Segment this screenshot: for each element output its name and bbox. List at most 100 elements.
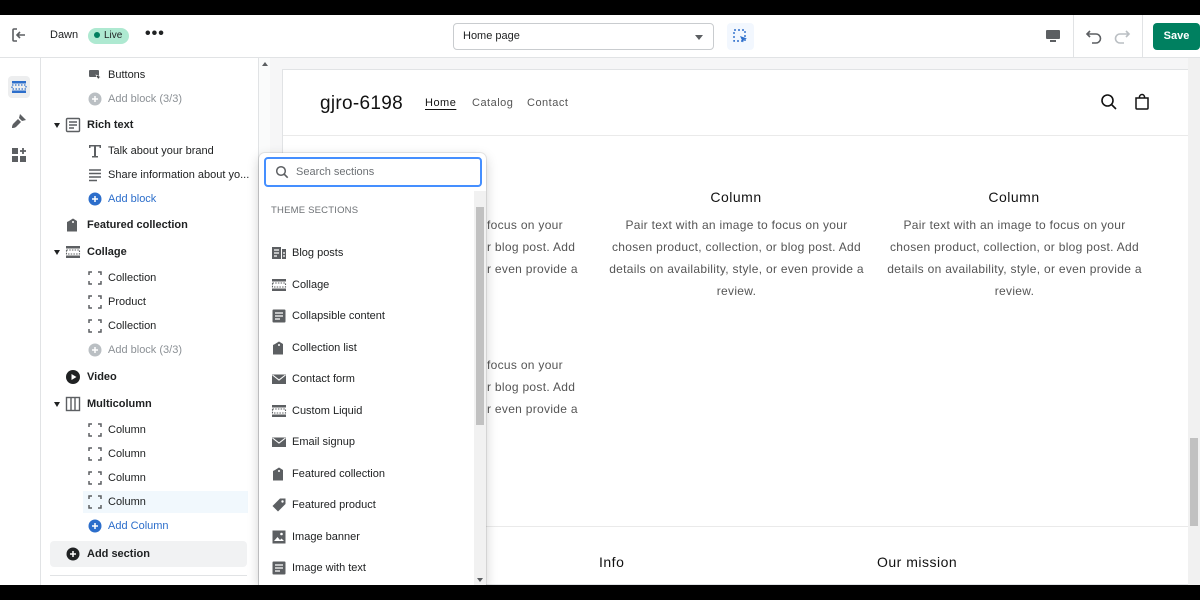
tree-block-column-selected[interactable]: Column — [83, 491, 248, 513]
tree-section-video[interactable]: Video — [41, 366, 258, 388]
tree-block-collection[interactable]: Collection — [41, 315, 258, 337]
blog-icon — [272, 247, 286, 259]
add-block-button[interactable]: Add block — [41, 188, 258, 210]
section-option-blog-posts[interactable]: Blog posts — [259, 239, 473, 267]
paragraph-icon — [89, 169, 101, 182]
redo-icon[interactable] — [1112, 26, 1132, 46]
scroll-up-icon[interactable] — [262, 62, 268, 66]
header-divider — [283, 135, 1188, 136]
add-block-disabled: Add block (3/3) — [41, 88, 258, 110]
theme-name: Dawn — [50, 29, 79, 41]
tree-block-column[interactable]: Column — [41, 467, 258, 489]
tree-section-featured-collection[interactable]: Featured collection — [41, 214, 258, 236]
popover-scrollbar[interactable] — [474, 191, 486, 585]
cart-icon[interactable] — [1133, 93, 1151, 111]
block-icon — [88, 319, 102, 333]
desktop-view-icon[interactable] — [1044, 27, 1062, 45]
search-sections-field[interactable] — [264, 157, 482, 187]
section-option-collage[interactable]: Collage — [259, 271, 473, 299]
column-text: Pair text with an image to focus on your… — [609, 218, 864, 298]
section-option-contact-form[interactable]: Contact form — [259, 365, 473, 393]
page-select-value: Home page — [463, 30, 520, 42]
sections-icon — [11, 81, 27, 93]
add-block-disabled: Add block (3/3) — [41, 339, 258, 361]
rich-text-icon — [65, 117, 81, 133]
save-button[interactable]: Save — [1153, 23, 1200, 50]
more-actions-button[interactable]: ••• — [145, 26, 165, 42]
add-column-button[interactable]: Add Column — [41, 515, 258, 537]
add-circle-icon — [66, 547, 80, 561]
section-option-collection-list[interactable]: Collection list — [259, 334, 473, 362]
section-option-email-signup[interactable]: Email signup — [259, 428, 473, 456]
tag-icon — [272, 498, 286, 512]
tree-section-multicolumn[interactable]: Multicolumn — [41, 393, 258, 415]
divider — [1073, 15, 1074, 58]
editor-nav-rail — [0, 58, 41, 585]
theme-sections-heading: THEME SECTIONS — [271, 205, 359, 216]
envelope-icon — [272, 374, 286, 384]
scrollbar-thumb[interactable] — [1190, 438, 1198, 526]
search-sections-input[interactable] — [296, 163, 466, 181]
collage-icon — [271, 279, 287, 291]
block-icon — [88, 271, 102, 285]
collection-icon — [273, 341, 283, 355]
column-text: Pair text with an image to focus on your… — [887, 218, 1142, 298]
apps-icon — [12, 148, 26, 162]
chevron-down-icon[interactable] — [54, 123, 60, 128]
divider — [50, 575, 247, 576]
block-icon — [88, 423, 102, 437]
scroll-down-icon[interactable] — [477, 578, 483, 582]
column-text-partial: focus on your r blog post. Add r even pr… — [487, 358, 578, 416]
play-icon — [66, 370, 80, 384]
nav-link-contact[interactable]: Contact — [527, 97, 568, 109]
tree-section-rich-text[interactable]: Rich text — [41, 114, 258, 136]
tree-block-product[interactable]: Product — [41, 291, 258, 313]
tree-block-buttons[interactable]: Buttons — [41, 64, 258, 86]
section-option-featured-product[interactable]: Featured product — [259, 491, 473, 519]
tree-block-column[interactable]: Column — [41, 419, 258, 441]
add-section-button[interactable]: Add section — [50, 541, 247, 567]
collection-icon — [67, 218, 77, 232]
tree-block-column[interactable]: Column — [41, 443, 258, 465]
column-heading: Column — [988, 189, 1040, 205]
section-option-custom-liquid[interactable]: Custom Liquid — [259, 397, 473, 425]
nav-link-catalog[interactable]: Catalog — [472, 97, 513, 109]
image-text-icon — [272, 561, 286, 575]
preview-scrollbar[interactable] — [1188, 58, 1200, 585]
inspector-toggle-button[interactable] — [727, 23, 754, 50]
sections-nav-button[interactable] — [8, 76, 30, 98]
search-icon — [275, 165, 289, 179]
add-circle-icon — [88, 519, 102, 533]
undo-icon[interactable] — [1084, 26, 1104, 46]
custom-liquid-icon — [271, 405, 287, 417]
tree-block-heading[interactable]: Talk about your brand — [41, 140, 258, 162]
collage-icon — [65, 246, 81, 258]
add-circle-icon — [88, 92, 102, 106]
search-icon[interactable] — [1100, 93, 1118, 111]
nav-link-home[interactable]: Home — [425, 97, 456, 109]
select-cursor-icon — [733, 29, 747, 43]
add-section-popover: THEME SECTIONS Blog posts Collage Collap… — [259, 153, 486, 585]
tree-block-text[interactable]: Share information about yo... — [41, 164, 258, 186]
section-option-image-with-text[interactable]: Image with text — [259, 554, 473, 582]
chevron-down-icon[interactable] — [54, 250, 60, 255]
multicolumn-icon — [65, 396, 81, 412]
theme-settings-nav-button[interactable] — [8, 110, 30, 132]
section-option-image-banner[interactable]: Image banner — [259, 523, 473, 551]
section-option-featured-collection[interactable]: Featured collection — [259, 460, 473, 488]
block-icon — [88, 471, 102, 485]
live-badge: Live — [88, 28, 130, 44]
chevron-down-icon[interactable] — [54, 402, 60, 407]
section-option-collapsible-content[interactable]: Collapsible content — [259, 302, 473, 330]
tree-block-collection[interactable]: Collection — [41, 267, 258, 289]
apps-nav-button[interactable] — [8, 144, 30, 166]
exit-icon[interactable] — [10, 26, 28, 44]
chevron-down-icon — [695, 35, 703, 40]
divider — [1142, 15, 1143, 58]
top-bar: Dawn Live ••• Home page Save — [0, 15, 1200, 58]
store-logo-text[interactable]: gjro-6198 — [320, 93, 403, 115]
page-select[interactable]: Home page — [453, 23, 714, 50]
tree-section-collage[interactable]: Collage — [41, 241, 258, 263]
scrollbar-thumb[interactable] — [476, 207, 484, 425]
envelope-icon — [272, 437, 286, 447]
